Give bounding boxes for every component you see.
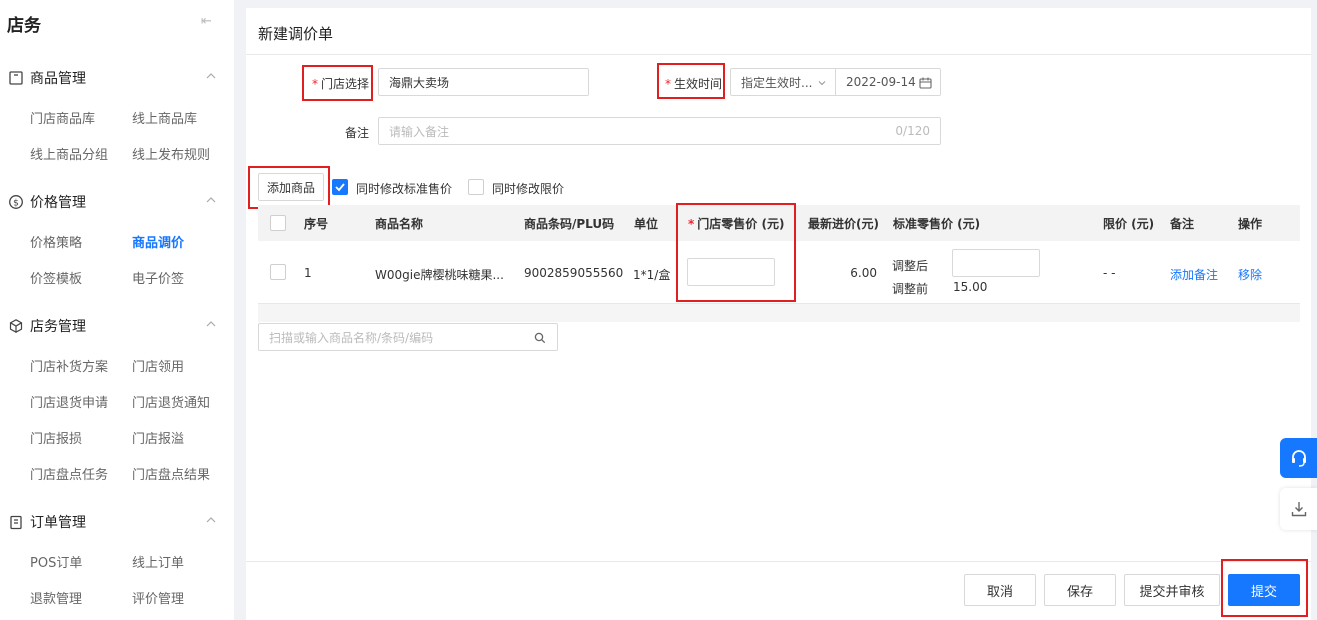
col-standard-price: 标准零售价 (元)	[893, 217, 981, 231]
remark-counter: 0/120	[895, 124, 930, 138]
add-remark-link[interactable]: 添加备注	[1170, 266, 1218, 283]
chevron-up-icon[interactable]	[204, 317, 218, 331]
sidebar-item-store-use[interactable]: 门店领用	[132, 356, 184, 375]
divider	[246, 54, 1311, 55]
sidebar-item-pos-orders[interactable]: POS订单	[30, 552, 82, 571]
sidebar-section-label: 店务管理	[30, 319, 86, 335]
store-price-input[interactable]	[687, 258, 775, 286]
sidebar-section-goods[interactable]: 商品管理	[8, 68, 222, 88]
remark-label: 备注	[345, 126, 370, 140]
sidebar-item-online-orders[interactable]: 线上订单	[132, 552, 184, 571]
row-limit-price: - -	[1103, 266, 1116, 280]
sidebar-section-label: 商品管理	[30, 71, 86, 87]
sidebar-item-label-template[interactable]: 价签模板	[30, 268, 82, 287]
sync-limit-price-label: 同时修改限价	[492, 182, 565, 196]
effective-date-input[interactable]: 2022-09-14	[835, 68, 941, 96]
sidebar-item-replenish[interactable]: 门店补货方案	[30, 356, 108, 375]
col-barcode: 商品条码/PLU码	[524, 217, 615, 231]
sidebar-item-stocktake-result[interactable]: 门店盘点结果	[132, 464, 210, 483]
cube-icon	[9, 319, 23, 333]
col-name: 商品名称	[375, 217, 424, 231]
sidebar-item-refunds[interactable]: 退款管理	[30, 588, 82, 607]
save-button[interactable]: 保存	[1044, 574, 1116, 606]
divider	[246, 561, 1311, 562]
sidebar-item-online-groups[interactable]: 线上商品分组	[30, 144, 108, 163]
sidebar-item-price-strategy[interactable]: 价格策略	[30, 232, 82, 251]
col-unit: 单位	[634, 217, 659, 231]
sidebar-item-stocktake-task[interactable]: 门店盘点任务	[30, 464, 108, 483]
col-remark: 备注	[1170, 217, 1195, 231]
row-barcode: 9002859055560	[524, 266, 624, 280]
sidebar-item-price-adjust[interactable]: 商品调价	[132, 232, 184, 251]
customer-service-button[interactable]	[1280, 438, 1317, 478]
effective-mode-select[interactable]: 指定生效时...	[730, 68, 836, 96]
chevron-down-icon	[818, 81, 826, 86]
sidebar-item-online-goods[interactable]: 线上商品库	[132, 108, 197, 127]
standard-price-before: 15.00	[953, 280, 988, 294]
sidebar-item-overflow[interactable]: 门店报溢	[132, 428, 184, 447]
collapse-left-icon[interactable]: ⇤	[201, 14, 212, 29]
sidebar-item-return-apply[interactable]: 门店退货申请	[30, 392, 108, 411]
row-latest-cost: 6.00	[850, 266, 877, 280]
box-icon	[9, 71, 23, 85]
calendar-icon	[919, 77, 932, 89]
clipboard-icon	[10, 515, 22, 530]
remark-input[interactable]: 请输入备注 0/120	[378, 117, 941, 145]
chevron-up-icon[interactable]	[204, 193, 218, 207]
sync-standard-price-checkbox[interactable]	[332, 179, 348, 195]
col-limit-price: 限价 (元)	[1103, 217, 1155, 231]
sidebar-item-loss[interactable]: 门店报损	[30, 428, 82, 447]
main-panel: 新建调价单 * 门店选择 海鼎大卖场 * 生效时间 指定生效时... 2022-09…	[246, 8, 1311, 620]
cancel-button[interactable]: 取消	[964, 574, 1036, 606]
search-icon	[534, 332, 546, 344]
sidebar-title: 店务	[7, 16, 41, 36]
dollar-icon: $	[9, 195, 23, 209]
add-goods-button[interactable]: 添加商品	[258, 173, 324, 201]
col-latest-cost: 最新进价(元)	[808, 217, 879, 231]
chevron-up-icon[interactable]	[204, 69, 218, 83]
adjusted-after-label: 调整后	[892, 259, 929, 273]
sync-standard-price-label: 同时修改标准售价	[356, 182, 453, 196]
row-checkbox[interactable]	[270, 264, 286, 280]
col-index: 序号	[304, 217, 329, 231]
store-select[interactable]: 海鼎大卖场	[378, 68, 589, 96]
headset-icon	[1292, 450, 1306, 467]
sidebar-section-store[interactable]: 店务管理	[8, 316, 222, 336]
standard-price-input[interactable]	[952, 249, 1040, 277]
sync-limit-price-checkbox[interactable]	[468, 179, 484, 195]
remove-link[interactable]: 移除	[1238, 266, 1262, 283]
goods-search-input[interactable]: 扫描或输入商品名称/条码/编码	[258, 323, 558, 351]
check-icon	[335, 183, 345, 192]
row-unit: 1*1/盒	[633, 268, 671, 282]
store-label: * 门店选择	[312, 77, 370, 91]
sidebar-section-label: 价格管理	[30, 195, 86, 211]
sidebar-section-label: 订单管理	[30, 515, 86, 531]
adjusted-before-label: 调整前	[892, 282, 929, 296]
sidebar-item-store-goods[interactable]: 门店商品库	[30, 108, 95, 127]
sidebar: 店务 ⇤ 商品管理 门店商品库 线上商品库 线上商品分组 线上发布规则 $ 价格…	[0, 0, 234, 620]
submit-review-button[interactable]: 提交并审核	[1124, 574, 1220, 606]
row-name: W00gie牌樱桃味糖果...	[375, 268, 504, 282]
row-index: 1	[304, 266, 312, 280]
download-button[interactable]	[1280, 488, 1317, 530]
col-actions: 操作	[1238, 217, 1263, 231]
select-all-checkbox[interactable]	[270, 215, 286, 231]
col-store-price: * 门店零售价 (元)	[688, 217, 785, 231]
chevron-up-icon[interactable]	[204, 513, 218, 527]
sidebar-item-reviews[interactable]: 评价管理	[132, 588, 184, 607]
table-header: 序号 商品名称 商品条码/PLU码 单位 * 门店零售价 (元) 最新进价(元) …	[258, 205, 1300, 241]
sidebar-item-publish-rules[interactable]: 线上发布规则	[132, 144, 210, 163]
horizontal-scrollbar[interactable]	[258, 304, 1300, 322]
page-title: 新建调价单	[258, 25, 334, 43]
svg-text:$: $	[13, 199, 19, 209]
sidebar-section-orders[interactable]: 订单管理	[8, 512, 222, 532]
submit-button[interactable]: 提交	[1228, 574, 1300, 606]
effective-time-label: * 生效时间	[665, 77, 723, 91]
download-icon	[1291, 502, 1307, 517]
sidebar-item-e-label[interactable]: 电子价签	[132, 268, 184, 287]
sidebar-section-price[interactable]: $ 价格管理	[8, 192, 222, 212]
sidebar-item-return-notice[interactable]: 门店退货通知	[132, 392, 210, 411]
